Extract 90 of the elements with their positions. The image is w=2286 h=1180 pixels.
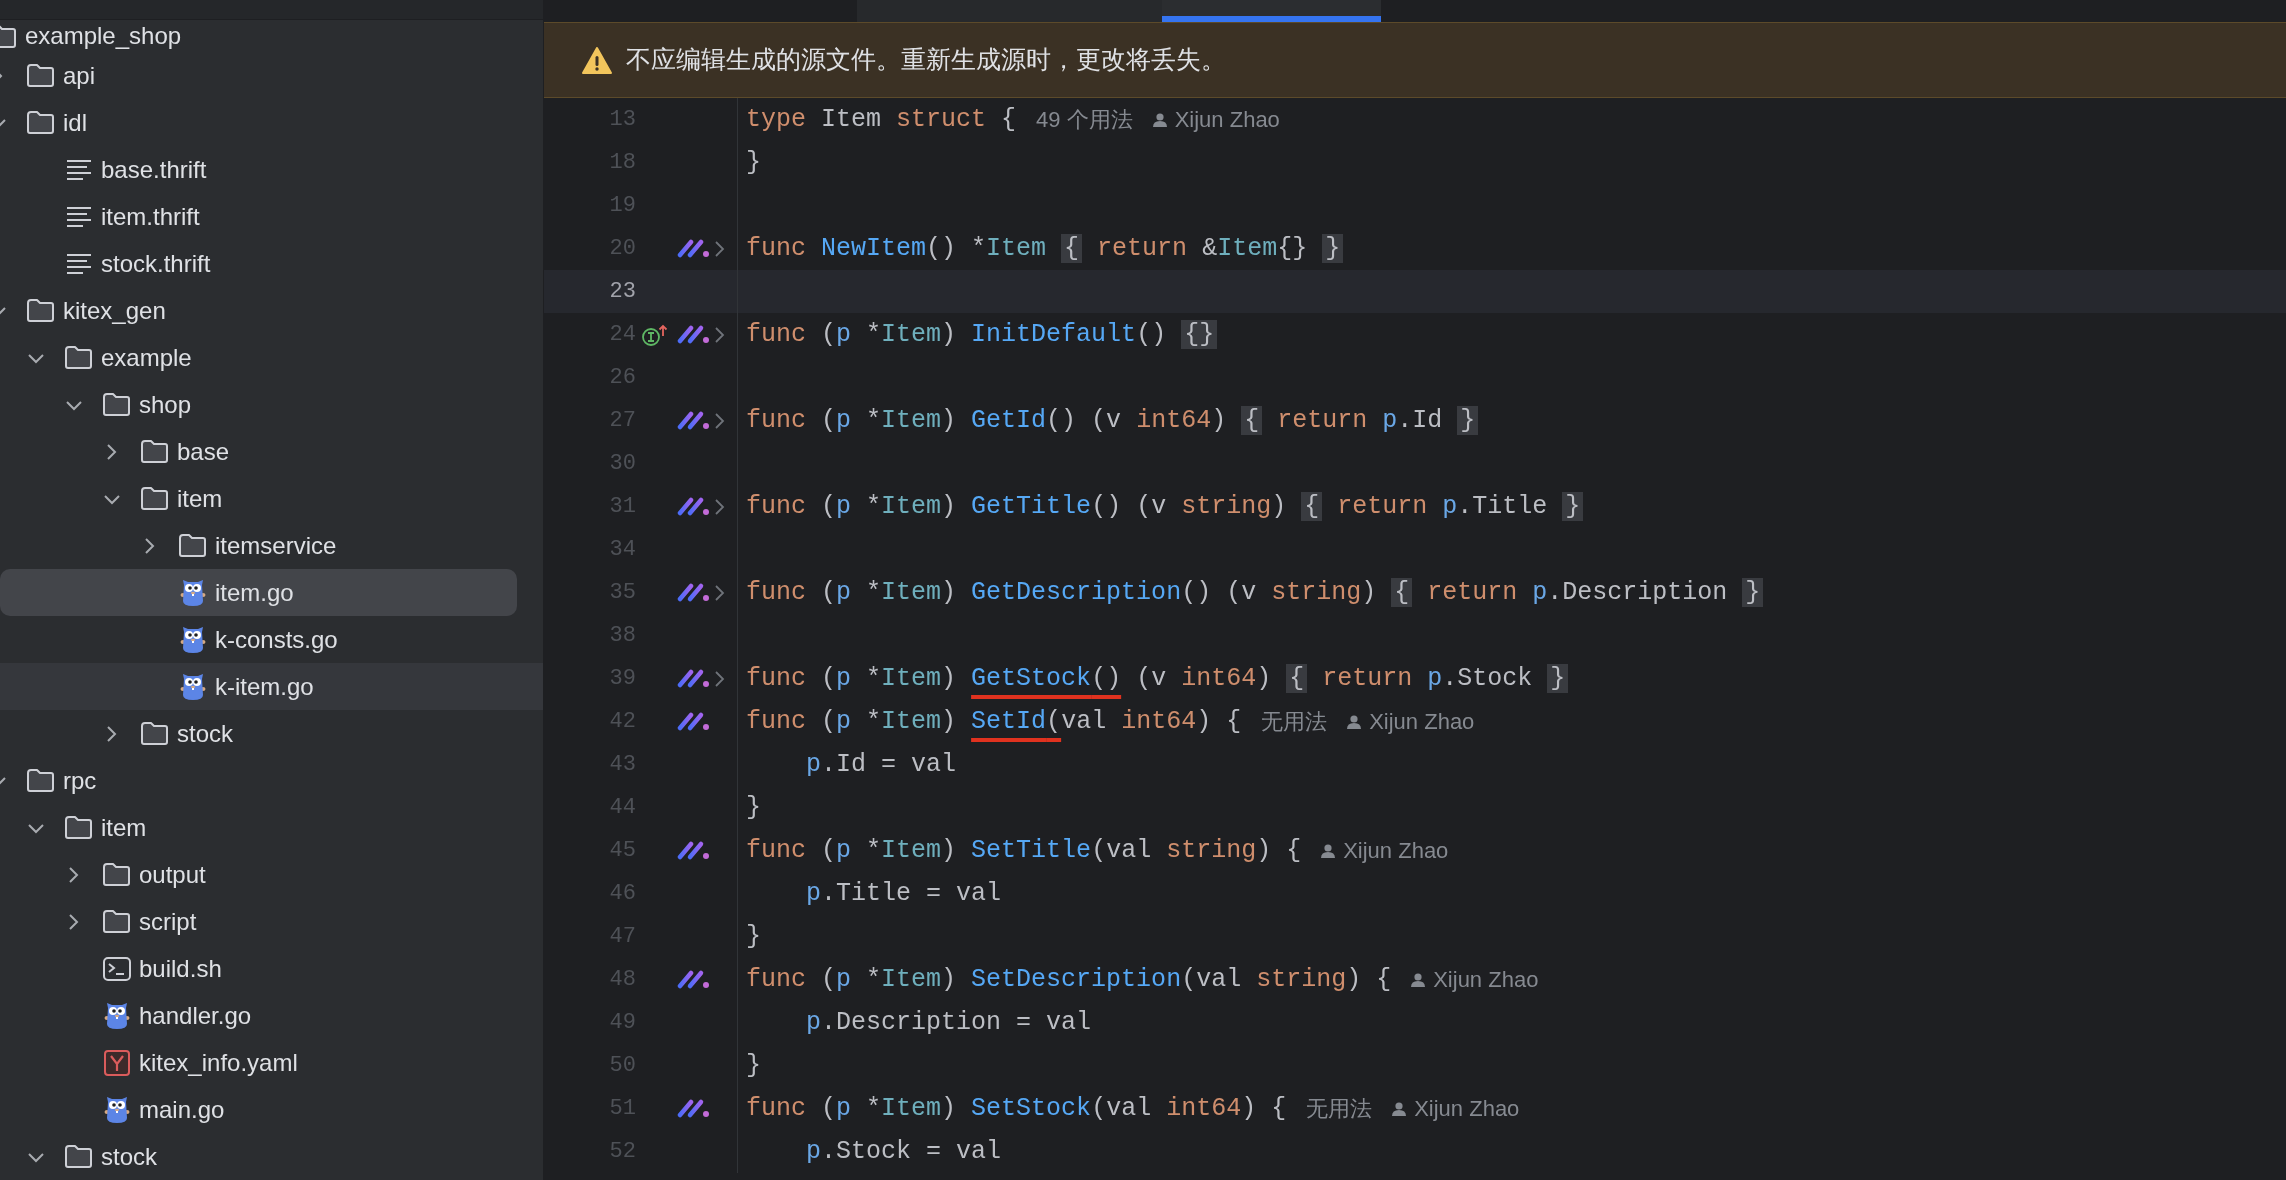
- tree-item[interactable]: item: [0, 475, 543, 522]
- yaml-file-icon: [103, 1049, 130, 1076]
- chevron-right-icon: [66, 866, 80, 883]
- text-file-icon: [64, 251, 93, 276]
- code-line: p.Description = val: [805, 1006, 1092, 1039]
- chevron-right-icon: [142, 537, 156, 554]
- code-line: }: [746, 920, 761, 953]
- banner-message: 不应编辑生成的源文件。重新生成源时，更改将丢失。: [626, 44, 1226, 76]
- folder-icon: [64, 1144, 93, 1169]
- code-line: }: [746, 791, 761, 824]
- code-line: type Item struct {: [746, 103, 1017, 136]
- tree-item[interactable]: build.sh: [0, 945, 543, 992]
- folder-icon: [140, 721, 169, 746]
- tree-item[interactable]: stock.thrift: [0, 240, 543, 287]
- person-icon: [1152, 112, 1167, 127]
- person-icon: [1321, 843, 1336, 858]
- author-hint[interactable]: Xijun Zhao: [1414, 1092, 1520, 1125]
- tree-item[interactable]: item.thrift: [0, 193, 543, 240]
- folder-icon: [102, 909, 131, 934]
- terminal-file-icon: [102, 956, 131, 981]
- code-line: p.Title = val: [805, 877, 1002, 910]
- tree-item[interactable]: api: [0, 52, 543, 99]
- tree-item[interactable]: example_shop: [0, 20, 543, 52]
- warning-icon: [582, 46, 612, 74]
- gopher-file-icon: [102, 1001, 131, 1030]
- tree-item[interactable]: kitex_info.yaml: [0, 1039, 543, 1086]
- author-hint[interactable]: Xijun Zhao: [1343, 834, 1449, 867]
- folder-icon: [26, 110, 55, 135]
- tree-item[interactable]: example: [0, 334, 543, 381]
- folder-icon: [140, 439, 169, 464]
- code-line: func (p *Item) GetStock() (v int64) { return p.Stock }: [746, 659, 1569, 698]
- person-icon: [1411, 972, 1426, 987]
- code-line: func (p *Item) GetDescription() (v string) { return p.Description }: [746, 573, 1764, 612]
- line-number: 23: [608, 278, 636, 306]
- tree-item[interactable]: output: [0, 851, 543, 898]
- chevron-right-icon: [66, 913, 80, 930]
- tree-item[interactable]: script: [0, 898, 543, 945]
- usages-hint[interactable]: 无用法: [1261, 705, 1328, 738]
- tree-item[interactable]: idl: [0, 99, 543, 146]
- tree-item[interactable]: k-item.go: [0, 663, 543, 710]
- folder-icon: [26, 298, 55, 323]
- tree-item[interactable]: itemservice: [0, 522, 543, 569]
- code-line: func (p *Item) SetId(val int64) {: [746, 705, 1242, 738]
- usages-hint[interactable]: 49 个用法: [1036, 103, 1133, 136]
- tree-item[interactable]: k-consts.go: [0, 616, 543, 663]
- tree-item[interactable]: item.go: [0, 569, 517, 616]
- tree-item[interactable]: base: [0, 428, 543, 475]
- folder-icon: [178, 533, 207, 558]
- gopher-file-icon: [178, 578, 207, 607]
- code-line: p.Id = val: [805, 748, 957, 781]
- code-line: }: [746, 146, 761, 179]
- person-icon: [1347, 714, 1362, 729]
- chevron-right-icon: [104, 443, 118, 460]
- code-line: func (p *Item) GetId() (v int64) { return p.Id }: [746, 401, 1479, 440]
- folder-icon: [64, 815, 93, 840]
- editor-tab[interactable]: [1162, 0, 1381, 22]
- person-icon: [1392, 1101, 1407, 1116]
- tree-item[interactable]: main.go: [0, 1086, 543, 1133]
- usages-hint[interactable]: 无用法: [1306, 1092, 1373, 1125]
- gopher-file-icon: [102, 1095, 131, 1124]
- code-line: func (p *Item) InitDefault() {}: [746, 315, 1218, 354]
- code-line: func NewItem() *Item { return &Item{} }: [746, 229, 1344, 268]
- folder-icon: [26, 768, 55, 793]
- code-line: func (p *Item) GetTitle() (v string) { return p.Title }: [746, 487, 1584, 526]
- text-file-icon: [64, 157, 93, 182]
- gopher-file-icon: [178, 672, 207, 701]
- code-line: func (p *Item) SetStock(val int64) {: [746, 1092, 1287, 1125]
- tree-item[interactable]: stock: [0, 710, 543, 757]
- folder-icon: [102, 862, 131, 887]
- folder-icon: [26, 63, 55, 88]
- tree-item[interactable]: shop: [0, 381, 543, 428]
- author-hint[interactable]: Xijun Zhao: [1433, 963, 1539, 996]
- folder-icon: [102, 392, 131, 417]
- code-line: func (p *Item) SetDescription(val string) {: [746, 963, 1392, 996]
- tree-item[interactable]: base.thrift: [0, 146, 543, 193]
- folder-icon: [140, 486, 169, 511]
- tree-item[interactable]: rpc: [0, 757, 543, 804]
- tree-item[interactable]: handler.go: [0, 992, 543, 1039]
- code-line: }: [746, 1049, 761, 1082]
- author-hint[interactable]: Xijun Zhao: [1174, 103, 1280, 136]
- author-hint[interactable]: Xijun Zhao: [1369, 705, 1475, 738]
- text-file-icon: [64, 204, 93, 229]
- folder-icon: [64, 345, 93, 370]
- gopher-file-icon: [178, 625, 207, 654]
- code-line: func (p *Item) SetTitle(val string) {: [746, 834, 1302, 867]
- tree-item[interactable]: kitex_gen: [0, 287, 543, 334]
- chevron-right-icon: [104, 725, 118, 742]
- code-line: p.Stock = val: [805, 1135, 1002, 1168]
- tree-item[interactable]: item: [0, 804, 543, 851]
- tree-item[interactable]: stock: [0, 1133, 543, 1180]
